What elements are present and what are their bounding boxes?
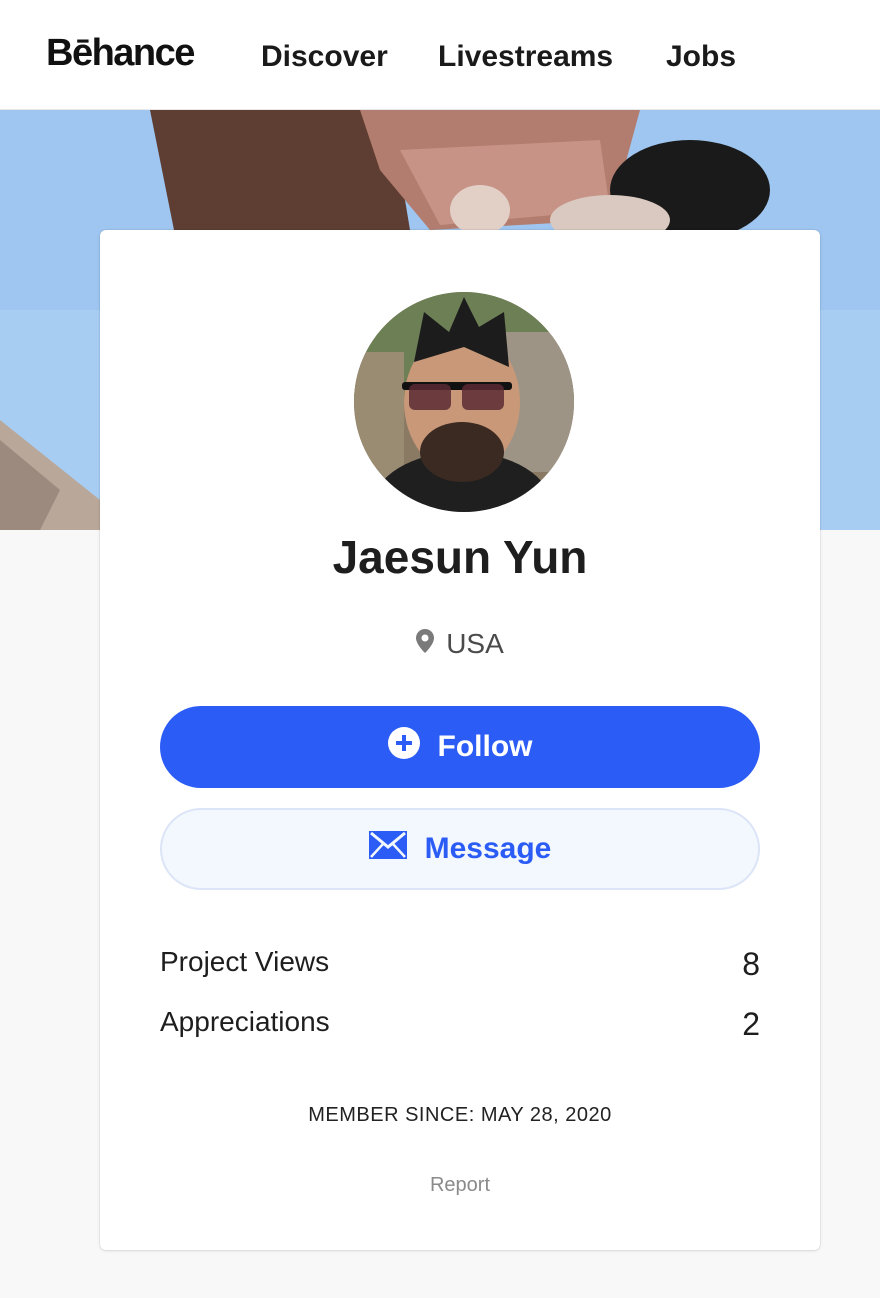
behance-logo[interactable]: Bēhance (46, 32, 195, 75)
report-link[interactable]: Report (100, 1174, 820, 1197)
member-since: MEMBER SINCE: MAY 28, 2020 (308, 1104, 612, 1126)
stat-value: 2 (742, 1006, 760, 1042)
nav-livestreams[interactable]: Livestreams (438, 40, 613, 74)
message-button[interactable]: Message (160, 808, 760, 890)
stat-value: 8 (742, 946, 760, 982)
stat-project-views: Project Views 8 (160, 946, 760, 983)
avatar[interactable] (354, 292, 574, 512)
top-navigation-bar: Bēhance Discover Livestreams Jobs (0, 0, 880, 110)
envelope-icon (368, 831, 407, 867)
location-text: USA (446, 628, 504, 659)
nav-jobs[interactable]: Jobs (666, 40, 736, 74)
follow-button[interactable]: Follow (160, 706, 760, 788)
plus-circle-icon (387, 727, 420, 767)
message-label: Message (424, 832, 552, 865)
stat-appreciations: Appreciations 2 (160, 1006, 760, 1043)
follow-label: Follow (437, 730, 533, 763)
profile-card: Jaesun Yun USA Follow Message Project Vi… (100, 230, 820, 1250)
location-pin-icon (416, 628, 435, 660)
stat-label: Project Views (160, 946, 330, 977)
profile-name: Jaesun Yun (332, 531, 588, 583)
location: USA (100, 628, 820, 660)
nav-discover[interactable]: Discover (261, 40, 388, 74)
stat-label: Appreciations (160, 1006, 330, 1037)
